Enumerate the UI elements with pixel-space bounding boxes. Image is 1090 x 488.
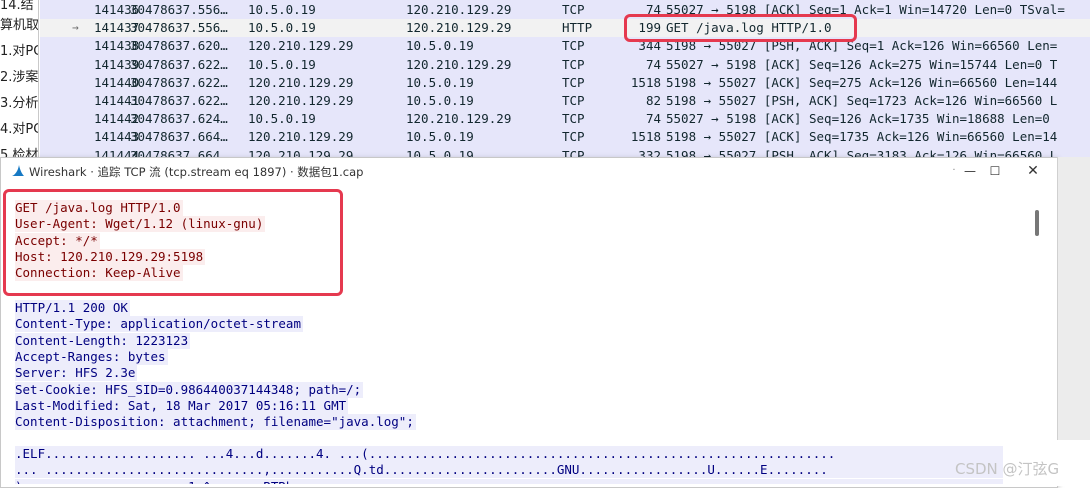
server-response-line: Last-Modified: Sat, 18 Mar 2017 05:16:11…	[15, 397, 349, 414]
packet-src-cell: 120.210.129.29	[248, 38, 354, 54]
packet-dst-cell: 120.210.129.29	[406, 111, 512, 127]
outline-line: 3.分析	[0, 96, 39, 111]
packet-time-cell: 30478637.620…	[130, 38, 228, 54]
packet-src-cell: 10.5.0.19	[248, 56, 316, 72]
packet-row[interactable]: 141442 30478637.624… 10.5.0.19 120.210.129.…	[40, 110, 1090, 128]
close-button[interactable]: ✕	[1022, 161, 1044, 181]
outline-line: 2.涉案	[0, 70, 39, 85]
packet-time-cell: 30478637.622…	[130, 93, 228, 108]
packet-dst-cell: 10.5.0.19	[406, 129, 474, 145]
packet-len-cell: 82	[645, 93, 661, 108]
stream-content[interactable]: GET /java.log HTTP/1.0 User-Agent: Wget/1…	[13, 192, 1033, 484]
packet-row[interactable]: 141439 30478637.622… 10.5.0.19 120.210.129.…	[40, 56, 1090, 74]
packet-row[interactable]: 141438 30478637.620… 120.210.129.29 10.5.0.…	[40, 37, 1090, 55]
packet-time-cell: 30478637.624…	[130, 111, 228, 127]
packet-proto-cell: TCP	[562, 93, 585, 108]
packet-len-cell: 1518	[630, 129, 661, 145]
packet-list[interactable]: 141436 30478637.556… 10.5.0.19 120.210.129.…	[40, 0, 1090, 160]
packet-info-cell: 55027 → 5198 [ACK] Seq=1 Ack=1 Win=14720…	[666, 2, 1065, 17]
client-request-line: Host: 120.210.129.29:5198	[15, 248, 206, 265]
packet-proto-cell: TCP	[562, 129, 585, 145]
packet-row[interactable]: 141436 30478637.556… 10.5.0.19 120.210.129.…	[40, 1, 1090, 19]
packet-row[interactable]: → 141437 30478637.556… 10.5.0.19 120.210.129…	[40, 19, 1090, 38]
follow-tcp-stream-dialog: Wireshark · 追踪 TCP 流 (tcp.stream eq 1897…	[0, 157, 1058, 488]
packet-src-cell: 120.210.129.29	[248, 74, 354, 90]
packet-info-cell: 55027 → 5198 [ACK] Seq=126 Ack=1735 Win=…	[666, 111, 1050, 127]
server-response-line: Content-Disposition: attachment; filenam…	[15, 414, 416, 431]
server-response-line: Content-Type: application/octet-stream	[15, 316, 303, 333]
packet-src-cell: 10.5.0.19	[248, 20, 316, 36]
document-outline-strip: 14.结 算机取 1.对PC 2.涉案 3.分析 4.对PC 5.检材	[0, 0, 39, 160]
dialog-title: Wireshark · 追踪 TCP 流 (tcp.stream eq 1897…	[29, 165, 364, 179]
minimize-button[interactable]: —	[959, 161, 981, 181]
packet-len-cell: 199	[638, 20, 661, 36]
client-request-line: Accept: */*	[15, 232, 100, 249]
packet-proto-cell: TCP	[562, 38, 585, 54]
background-window-edge	[1057, 157, 1090, 486]
packet-time-cell: 30478637.556…	[130, 2, 228, 17]
wireshark-fin-icon	[12, 165, 24, 176]
packet-src-cell: 10.5.0.19	[248, 111, 316, 127]
packet-dst-cell: 10.5.0.19	[406, 38, 474, 54]
packet-info-cell: 5198 → 55027 [ACK] Seq=1735 Ack=126 Win=…	[666, 129, 1058, 145]
packet-time-cell: 30478637.622…	[130, 56, 228, 72]
outline-line: 14.结	[0, 0, 34, 13]
outline-line: 算机取	[0, 18, 39, 33]
packet-time-cell: 30478637.622…	[130, 74, 228, 90]
server-binary-line: ... .............................,......…	[15, 462, 1003, 479]
client-request-line: User-Agent: Wget/1.12 (linux-gnu)	[15, 216, 266, 233]
packet-dst-cell: 10.5.0.19	[406, 74, 474, 90]
packet-proto-cell: HTTP	[562, 20, 593, 36]
packet-proto-cell: TCP	[562, 2, 585, 17]
packet-info-cell: 55027 → 5198 [ACK] Seq=126 Ack=275 Win=1…	[666, 56, 1058, 72]
client-request-line: Connection: Keep-Alive	[15, 265, 183, 282]
server-binary-line: .ELF.................... ...4...d.......…	[15, 446, 1003, 462]
packet-row[interactable]: 141440 30478637.622… 120.210.129.29 10.5.0.…	[40, 74, 1090, 92]
packet-proto-cell: TCP	[562, 56, 585, 72]
packet-src-cell: 10.5.0.19	[248, 2, 316, 17]
packet-len-cell: 1518	[630, 74, 661, 90]
packet-row[interactable]: 141441 30478637.622… 120.210.129.29 10.5.0.…	[40, 92, 1090, 110]
packet-dst-cell: 10.5.0.19	[406, 93, 474, 108]
packet-info-cell: 5198 → 55027 [PSH, ACK] Seq=1723 Ack=126…	[666, 93, 1058, 108]
packet-len-cell: 74	[645, 2, 661, 17]
background-window-edge-lower	[1057, 440, 1090, 486]
stream-scrollbar[interactable]	[1035, 210, 1039, 236]
packet-proto-cell: TCP	[562, 111, 585, 127]
dialog-title-bar[interactable]: Wireshark · 追踪 TCP 流 (tcp.stream eq 1897…	[1, 158, 1057, 186]
maximize-button[interactable]: ☐	[984, 161, 1006, 181]
related-packet-arrow-icon: →	[72, 21, 79, 35]
server-response-line: HTTP/1.1 200 OK	[15, 300, 130, 316]
packet-dst-cell: 120.210.129.29	[406, 20, 512, 36]
packet-info-cell: 5198 → 55027 [PSH, ACK] Seq=1 Ack=126 Wi…	[666, 38, 1058, 54]
outline-line: 1.对PC	[0, 44, 39, 59]
outline-line: 4.对PC	[0, 122, 39, 137]
packet-len-cell: 344	[638, 38, 661, 54]
packet-src-cell: 120.210.129.29	[248, 93, 354, 108]
packet-src-cell: 120.210.129.29	[248, 129, 354, 145]
packet-time-cell: 30478637.664…	[130, 129, 228, 145]
server-binary-line: )......................1 ^.......RTRb...…	[15, 478, 1003, 484]
server-response-line: Server: HFS 2.3e	[15, 365, 138, 382]
packet-len-cell: 74	[645, 56, 661, 72]
server-response-line: Set-Cookie: HFS_SID=0.986440037144348; p…	[15, 381, 364, 398]
packet-len-cell: 74	[645, 111, 661, 127]
packet-info-cell: 5198 → 55027 [ACK] Seq=275 Ack=126 Win=6…	[666, 74, 1058, 90]
packet-time-cell: 30478637.556…	[130, 20, 228, 36]
server-response-line: Content-Length: 1223123	[15, 332, 191, 349]
packet-info-cell: GET /java.log HTTP/1.0	[666, 20, 832, 36]
packet-dst-cell: 120.210.129.29	[406, 56, 512, 72]
packet-proto-cell: TCP	[562, 74, 585, 90]
server-response-line: Accept-Ranges: bytes	[15, 348, 168, 365]
packet-dst-cell: 120.210.129.29	[406, 2, 512, 17]
watermark: CSDN @汀弦G	[955, 460, 1060, 478]
packet-row[interactable]: 141443 30478637.664… 120.210.129.29 10.5.0.…	[40, 128, 1090, 146]
client-request-line: GET /java.log HTTP/1.0	[15, 200, 183, 216]
